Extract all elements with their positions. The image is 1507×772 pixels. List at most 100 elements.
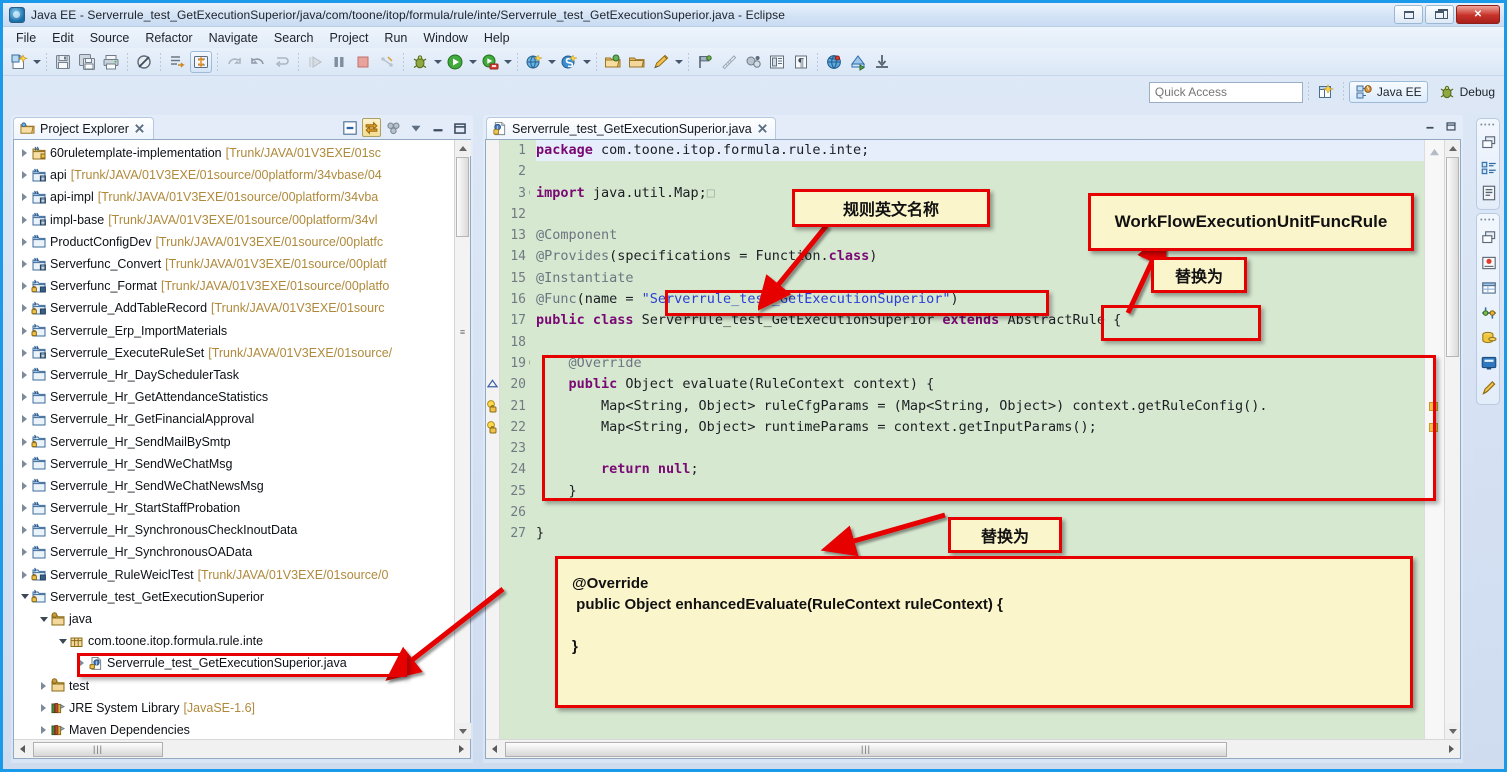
tab-java-editor[interactable]: J Serverrule_test_GetExecutionSuperior.j… [486, 117, 776, 139]
expand-arrow-closed-icon[interactable] [18, 171, 31, 179]
editor-hscroll-left[interactable] [486, 741, 503, 758]
code-line[interactable]: public Object evaluate(RuleContext conte… [536, 374, 1424, 395]
code-line[interactable]: public class Serverrule_test_GetExecutio… [536, 310, 1424, 331]
tree-item[interactable]: Serverrule_ExecuteRuleSet [Trunk/JAVA/01V… [14, 342, 454, 364]
new-java-ee-project-icon[interactable] [523, 51, 545, 73]
minimize-editor-icon[interactable] [1423, 119, 1437, 133]
tree-item[interactable]: Serverfunc_Convert [Trunk/JAVA/01V3EXE/01… [14, 253, 454, 275]
code-line[interactable]: return null; [536, 459, 1424, 480]
restore-view-icon[interactable] [1477, 226, 1501, 249]
task-list-view-icon[interactable] [1477, 181, 1501, 204]
markers-view-icon[interactable] [1477, 251, 1501, 274]
tree-item[interactable]: Serverrule_Hr_SynchronousOAData [14, 541, 454, 563]
expand-arrow-closed-icon[interactable] [37, 726, 50, 734]
tree-item[interactable]: Maven Dependencies [14, 719, 454, 739]
gutter-marker-warning-bulb[interactable] [486, 396, 499, 417]
code-line[interactable]: } [536, 481, 1424, 502]
tree-item[interactable]: Serverrule_Hr_SynchronousCheckInoutData [14, 519, 454, 541]
expand-arrow-closed-icon[interactable] [18, 571, 31, 579]
tree-item[interactable]: Serverrule_Erp_ImportMaterials [14, 320, 454, 342]
tree-item[interactable]: Serverrule_Hr_SendWeChatMsg [14, 453, 454, 475]
expand-arrow-closed-icon[interactable] [18, 149, 31, 157]
tree-item[interactable]: impl-base [Trunk/JAVA/01V3EXE/01source/00… [14, 209, 454, 231]
open-type-icon[interactable] [602, 51, 624, 73]
link-with-editor-icon[interactable] [362, 118, 381, 137]
tree-item[interactable]: ProductConfigDev [Trunk/JAVA/01V3EXE/01so… [14, 231, 454, 253]
run-external-tools-icon[interactable] [479, 51, 501, 73]
view-dropdown-icon[interactable] [406, 118, 425, 137]
expand-arrow-closed-icon[interactable] [37, 704, 50, 712]
outline-view-icon[interactable] [1477, 156, 1501, 179]
scroll-up-arrow[interactable] [455, 140, 471, 156]
code-line[interactable]: @Override [536, 353, 1424, 374]
save-icon[interactable] [52, 51, 74, 73]
menu-help[interactable]: Help [477, 29, 517, 47]
debug-dropdown-arrow[interactable] [432, 51, 443, 73]
tree-item[interactable]: Serverrule_Hr_SendMailBySmtp [14, 430, 454, 452]
restore-view-icon[interactable] [1477, 131, 1501, 154]
expand-arrow-closed-icon[interactable] [18, 327, 31, 335]
new-wizard-icon[interactable] [8, 51, 30, 73]
expand-arrow-closed-icon[interactable] [18, 282, 31, 290]
expand-arrow-closed-icon[interactable] [18, 304, 31, 312]
expand-arrow-closed-icon[interactable] [18, 193, 31, 201]
run-icon[interactable] [444, 51, 466, 73]
editor-overview-ruler[interactable] [1424, 140, 1444, 739]
last-edit-location-icon[interactable] [271, 51, 293, 73]
code-line[interactable] [536, 332, 1424, 353]
menu-window[interactable]: Window [416, 29, 474, 47]
expand-arrow-closed-icon[interactable] [18, 260, 31, 268]
code-line[interactable]: Map<String, Object> runtimeParams = cont… [536, 417, 1424, 438]
editor-scroll-down[interactable] [1445, 723, 1460, 739]
run-dropdown-arrow[interactable] [467, 51, 478, 73]
new-server-arrow[interactable] [581, 51, 592, 73]
tree-item-selected[interactable]: J Serverrule_test_GetExecutionSuperior.ja… [14, 652, 454, 674]
debug-icon[interactable] [409, 51, 431, 73]
vscroll-thumb[interactable] [456, 157, 469, 237]
tree-item[interactable]: Serverrule_Hr_DaySchedulerTask [14, 364, 454, 386]
code-line[interactable] [536, 438, 1424, 459]
menu-source[interactable]: Source [83, 29, 137, 47]
editor-hscroll-right[interactable] [1443, 741, 1460, 758]
editor-vscrollbar[interactable] [1444, 140, 1460, 739]
expand-arrow-closed-icon[interactable] [18, 482, 31, 490]
perspective-debug[interactable]: Debug [1433, 81, 1500, 103]
edit-dropdown-arrow[interactable] [673, 51, 684, 73]
menu-edit[interactable]: Edit [45, 29, 81, 47]
open-perspective-icon[interactable] [1315, 81, 1337, 103]
open-task-icon[interactable] [166, 51, 188, 73]
open-task-folder-icon[interactable] [626, 51, 648, 73]
expand-arrow-open-icon[interactable] [56, 639, 69, 644]
tree-item[interactable]: Serverrule_test_GetExecutionSuperior [14, 586, 454, 608]
profile-icon[interactable] [742, 51, 764, 73]
editor-hscrollbar[interactable]: ||| [486, 739, 1460, 758]
new-annotation-icon[interactable] [694, 51, 716, 73]
tree-item[interactable]: api [Trunk/JAVA/01V3EXE/01source/00platfo… [14, 164, 454, 186]
tree-item[interactable]: JRE System Library [JavaSE-1.6] [14, 697, 454, 719]
tree-item[interactable]: Serverrule_Hr_GetFinancialApproval [14, 408, 454, 430]
overview-warning-marker[interactable] [1429, 423, 1438, 432]
hscroll-thumb[interactable]: ||| [33, 741, 163, 757]
expand-arrow-closed-icon[interactable] [18, 238, 31, 246]
paragraph-icon[interactable]: ¶ [790, 51, 812, 73]
expand-arrow-closed-icon[interactable] [18, 460, 31, 468]
gutter-marker-warning-bulb[interactable] [486, 417, 499, 438]
menu-run[interactable]: Run [377, 29, 414, 47]
expand-arrow-closed-icon[interactable] [18, 415, 31, 423]
tab-project-explorer[interactable]: Project Explorer [13, 117, 154, 139]
print-icon[interactable] [100, 51, 122, 73]
tree-item[interactable]: 60ruletemplate-implementation [Trunk/JAVA… [14, 142, 454, 164]
hscroll-right-arrow[interactable] [453, 741, 470, 758]
menu-search[interactable]: Search [267, 29, 321, 47]
ruler-icon[interactable] [718, 51, 740, 73]
tree-item[interactable]: Serverfunc_Format [Trunk/JAVA/01V3EXE/01s… [14, 275, 454, 297]
toggle-mark-occurrences-icon[interactable] [133, 51, 155, 73]
snippets-view-icon[interactable] [1477, 376, 1501, 399]
code-line[interactable] [536, 161, 1424, 182]
restore-button[interactable] [1425, 5, 1454, 24]
menu-file[interactable]: File [9, 29, 43, 47]
data-source-explorer-icon[interactable] [1477, 326, 1501, 349]
terminate-icon[interactable] [352, 51, 374, 73]
next-annotation-icon[interactable] [223, 51, 245, 73]
close-button[interactable]: ✕ [1456, 5, 1500, 24]
